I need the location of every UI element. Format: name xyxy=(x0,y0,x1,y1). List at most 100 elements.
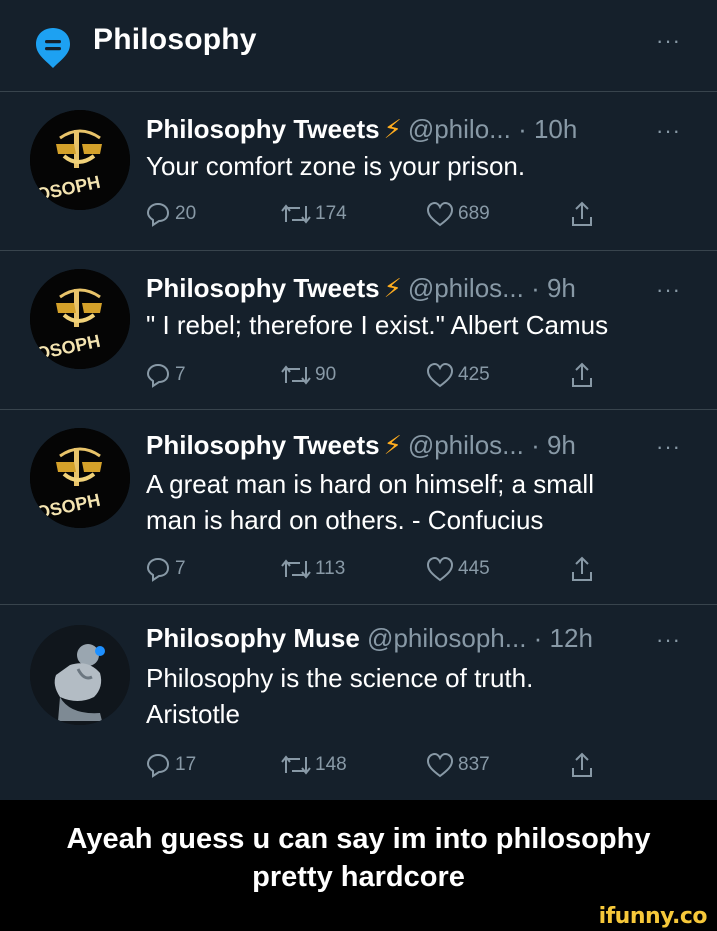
tweet-header: Philosophy Muse @philosoph... · 12h xyxy=(146,623,593,654)
retweet-button[interactable]: 148 xyxy=(280,749,347,781)
reply-count: 17 xyxy=(175,754,197,775)
share-button[interactable] xyxy=(568,359,596,391)
share-button[interactable] xyxy=(568,198,596,230)
tweet-header: Philosophy Tweets ⚡ @philos... · 9h xyxy=(146,273,576,304)
like-count: 689 xyxy=(458,203,490,224)
retweet-icon xyxy=(281,559,311,579)
bolt-icon: ⚡ xyxy=(383,430,402,460)
author-name[interactable]: Philosophy Muse xyxy=(146,623,360,653)
author-handle[interactable]: @philosoph... xyxy=(367,623,526,653)
reply-button[interactable]: 7 xyxy=(144,359,186,391)
more-horizontal-icon[interactable]: ··· xyxy=(656,627,681,653)
more-horizontal-icon[interactable]: ··· xyxy=(656,277,681,303)
retweet-button[interactable]: 113 xyxy=(280,553,345,585)
share-icon xyxy=(572,362,592,387)
page-title: Philosophy xyxy=(93,23,257,56)
tweet-text-line: " I rebel; therefore I exist." Albert Ca… xyxy=(146,310,609,340)
like-count: 445 xyxy=(458,558,490,579)
avatar[interactable]: OSOPH xyxy=(30,428,130,528)
philosophy-logo-icon: OSOPH xyxy=(30,110,130,210)
like-count: 837 xyxy=(458,754,490,775)
reply-button[interactable]: 7 xyxy=(144,553,186,585)
avatar[interactable]: OSOPH xyxy=(30,110,130,210)
app-screen: Philosophy ··· OSOPH Philosophy Tweets ⚡ @… xyxy=(0,0,717,800)
retweet-icon xyxy=(281,204,311,224)
author-handle[interactable]: @philos... xyxy=(408,273,524,303)
philosophy-logo-icon: OSOPH xyxy=(30,269,130,369)
like-button[interactable]: 689 xyxy=(425,198,490,230)
avatar[interactable]: OSOPH xyxy=(30,269,130,369)
avatar[interactable] xyxy=(30,625,130,725)
reply-icon xyxy=(146,202,170,227)
ifunny-watermark: ifunny.co xyxy=(598,904,708,929)
tweet-text: " I rebel; therefore I exist." Albert Ca… xyxy=(146,307,686,343)
reply-count: 7 xyxy=(175,364,186,385)
caption-line: pretty hardcore xyxy=(252,861,465,893)
retweet-count: 90 xyxy=(315,364,337,385)
retweet-button[interactable]: 174 xyxy=(280,198,347,230)
tweet-card[interactable]: OSOPH Philosophy Tweets ⚡ @philo... · 10h … xyxy=(0,92,717,251)
tweet-text-line: Philosophy is the science of truth. xyxy=(146,663,534,693)
tweet-text: Philosophy is the science of truth. Aris… xyxy=(146,660,686,732)
heart-icon xyxy=(426,362,454,388)
tweet-header: Philosophy Tweets ⚡ @philos... · 9h xyxy=(146,430,576,461)
retweet-icon xyxy=(281,365,311,385)
more-horizontal-icon[interactable]: ··· xyxy=(656,434,681,460)
tweet-time[interactable]: · 12h xyxy=(534,623,593,653)
heart-icon xyxy=(426,556,454,582)
tweet-header: Philosophy Tweets ⚡ @philo... · 10h xyxy=(146,114,577,145)
share-icon xyxy=(572,556,592,581)
reply-icon xyxy=(146,363,170,388)
share-button[interactable] xyxy=(568,553,596,585)
tweet-actions: 20 174 689 xyxy=(144,198,614,230)
tweet-text: Your comfort zone is your prison. xyxy=(146,148,686,184)
tweet-card[interactable]: OSOPH Philosophy Tweets ⚡ @philos... · 9h … xyxy=(0,251,717,410)
retweet-count: 148 xyxy=(315,754,347,775)
retweet-button[interactable]: 90 xyxy=(280,359,336,391)
author-name[interactable]: Philosophy Tweets xyxy=(146,273,380,303)
topic-chat-bubble-icon xyxy=(36,28,70,68)
reply-count: 20 xyxy=(175,203,197,224)
tweet-text-line: Your comfort zone is your prison. xyxy=(146,151,526,181)
tweet-text-line: A great man is hard on himself; a small xyxy=(146,469,594,499)
reply-button[interactable]: 17 xyxy=(144,749,196,781)
tweet-time[interactable]: · 10h xyxy=(518,114,577,144)
heart-icon xyxy=(426,201,454,227)
author-name[interactable]: Philosophy Tweets xyxy=(146,430,380,460)
author-handle[interactable]: @philo... xyxy=(408,114,511,144)
retweet-count: 113 xyxy=(315,558,346,579)
heart-icon xyxy=(426,752,454,778)
reply-count: 7 xyxy=(175,558,186,579)
like-button[interactable]: 425 xyxy=(425,359,490,391)
caption-line: Ayeah guess u can say im into philosophy xyxy=(66,823,651,855)
bolt-icon: ⚡ xyxy=(383,114,402,144)
like-count: 425 xyxy=(458,364,490,385)
reply-icon xyxy=(146,753,170,778)
more-horizontal-icon[interactable]: ··· xyxy=(656,118,681,144)
tweet-text-line: Aristotle xyxy=(146,699,240,729)
thinker-statue-icon xyxy=(30,625,130,725)
reply-button[interactable]: 20 xyxy=(144,198,196,230)
tweet-card[interactable]: OSOPH Philosophy Tweets ⚡ @philos... · 9h … xyxy=(0,410,717,605)
retweet-icon xyxy=(281,755,311,775)
tweet-actions: 7 113 445 xyxy=(144,553,614,585)
like-button[interactable]: 445 xyxy=(425,553,490,585)
share-button[interactable] xyxy=(568,749,596,781)
tweet-text: A great man is hard on himself; a small … xyxy=(146,466,686,538)
share-icon xyxy=(572,201,592,226)
author-handle[interactable]: @philos... xyxy=(408,430,524,460)
tweet-card[interactable]: Philosophy Muse @philosoph... · 12h ··· … xyxy=(0,605,717,800)
tweet-actions: 7 90 425 xyxy=(144,359,614,391)
tweet-time[interactable]: · 9h xyxy=(531,273,576,303)
tweet-actions: 17 148 837 xyxy=(144,749,614,781)
philosophy-logo-icon: OSOPH xyxy=(30,428,130,528)
meme-caption: Ayeah guess u can say im into philosophy… xyxy=(0,800,717,910)
topic-header: Philosophy ··· xyxy=(0,0,717,92)
author-name[interactable]: Philosophy Tweets xyxy=(146,114,380,144)
retweet-count: 174 xyxy=(315,203,347,224)
like-button[interactable]: 837 xyxy=(425,749,490,781)
tweet-time[interactable]: · 9h xyxy=(531,430,576,460)
share-icon xyxy=(572,752,592,777)
tweet-text-line: man is hard on others. - Confucius xyxy=(146,505,544,535)
more-horizontal-icon[interactable]: ··· xyxy=(656,30,681,52)
